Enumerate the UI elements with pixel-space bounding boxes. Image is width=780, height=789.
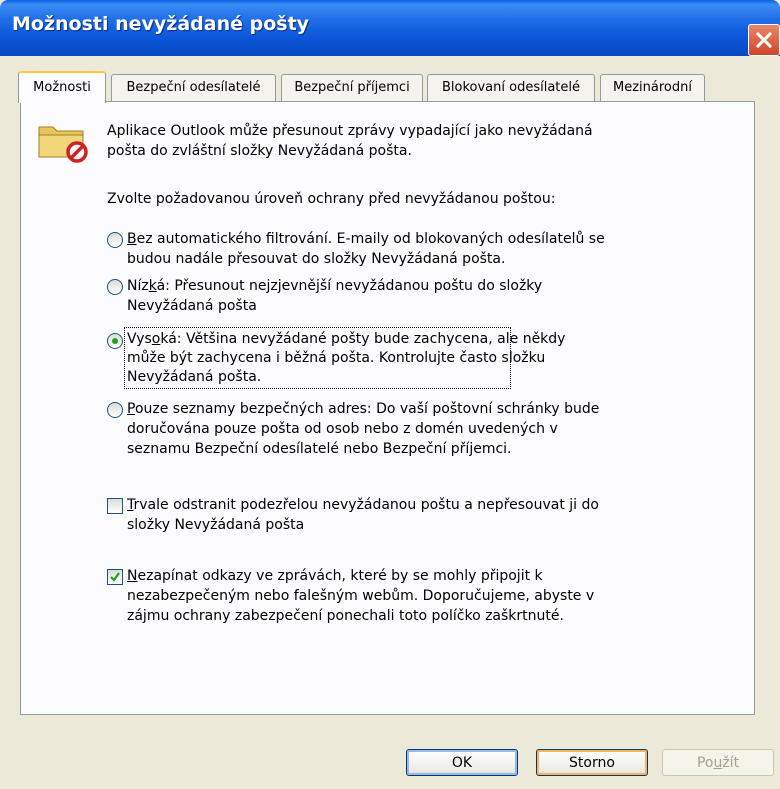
checkbox[interactable]: [107, 498, 123, 514]
close-icon: [755, 31, 773, 49]
window-title: Možnosti nevyžádané pošty: [12, 13, 310, 35]
tab-label: Bezpeční odesílatelé: [126, 80, 261, 95]
title-bar[interactable]: Možnosti nevyžádané pošty: [0, 0, 780, 56]
checkmark-icon: [110, 572, 120, 582]
apply-button[interactable]: Použít: [662, 749, 774, 776]
close-button[interactable]: [748, 24, 780, 56]
tab-label: Mezinárodní: [613, 80, 692, 95]
checkbox-text-line2[interactable]: složky Nevyžádaná pošta: [127, 515, 304, 535]
option-text-line2[interactable]: budou nadále přesouvat do složky Nevyžád…: [127, 249, 505, 269]
protection-level-prompt: Zvolte požadovanou úroveň ochrany před n…: [107, 191, 556, 207]
tab-safe-senders[interactable]: Bezpeční odesílatelé: [111, 74, 276, 101]
options-panel: Aplikace Outlook může přesunout zprávy v…: [20, 101, 755, 715]
option-text-line2[interactable]: může být zachycena i běžná pošta. Kontro…: [127, 348, 545, 368]
radio-button[interactable]: [107, 402, 123, 418]
radio-button[interactable]: [107, 232, 123, 248]
tab-label: Blokovaní odesílatelé: [441, 80, 581, 95]
option-text-line2[interactable]: Nevyžádaná pošta: [127, 296, 257, 316]
radio-selected-dot: [112, 338, 118, 344]
tab-blocked-senders[interactable]: Blokovaní odesílatelé: [427, 74, 595, 101]
tab-options[interactable]: Možnosti: [18, 71, 106, 103]
junk-folder-icon: [38, 126, 88, 163]
tab-international[interactable]: Mezinárodní: [600, 74, 705, 101]
intro-text-line1: Aplikace Outlook může přesunout zprávy v…: [107, 123, 593, 139]
option-text-line1[interactable]: Nízká: Přesunout nejzjevnější nevyžádano…: [127, 276, 542, 296]
junk-email-options-dialog: Možnosti nevyžádané pošty Možnosti Bezpe…: [0, 0, 780, 789]
option-text-line2[interactable]: doručována pouze pošta od osob nebo z do…: [127, 419, 558, 439]
cancel-button[interactable]: Storno: [536, 749, 648, 776]
checkbox-text-line1[interactable]: Nezapínat odkazy ve zprávách, které by s…: [127, 566, 543, 586]
checkbox-checked[interactable]: [107, 569, 123, 585]
checkbox-text-line1[interactable]: Trvale odstranit podezřelou nevyžádanou …: [127, 495, 599, 515]
option-text-line1[interactable]: Pouze seznamy bezpečných adres: Do vaší …: [127, 399, 599, 419]
option-text-line1[interactable]: Vysoká: Většina nevyžádané pošty bude za…: [127, 329, 565, 349]
radio-button[interactable]: [107, 279, 123, 295]
checkbox-text-line3[interactable]: zájmu ochrany zabezpečení ponechali toto…: [127, 606, 564, 626]
option-text-line1[interactable]: Bez automatického filtrování. E-maily od…: [127, 229, 605, 249]
ok-button[interactable]: OK: [406, 749, 518, 776]
option-text-line3[interactable]: seznamu Bezpeční odesílatelé nebo Bezpeč…: [127, 439, 512, 459]
intro-text-line2: pošta do zvláštní složky Nevyžádaná pošt…: [107, 143, 412, 159]
checkbox-text-line2[interactable]: nezabezpečeným nebo falešným webům. Dopo…: [127, 586, 594, 606]
tab-label: Bezpeční příjemci: [294, 80, 410, 95]
radio-button-selected[interactable]: [107, 333, 123, 349]
option-text-line3[interactable]: Nevyžádaná pošta.: [127, 367, 261, 387]
tab-safe-recipients[interactable]: Bezpeční příjemci: [281, 74, 423, 101]
tab-label: Možnosti: [33, 80, 91, 95]
